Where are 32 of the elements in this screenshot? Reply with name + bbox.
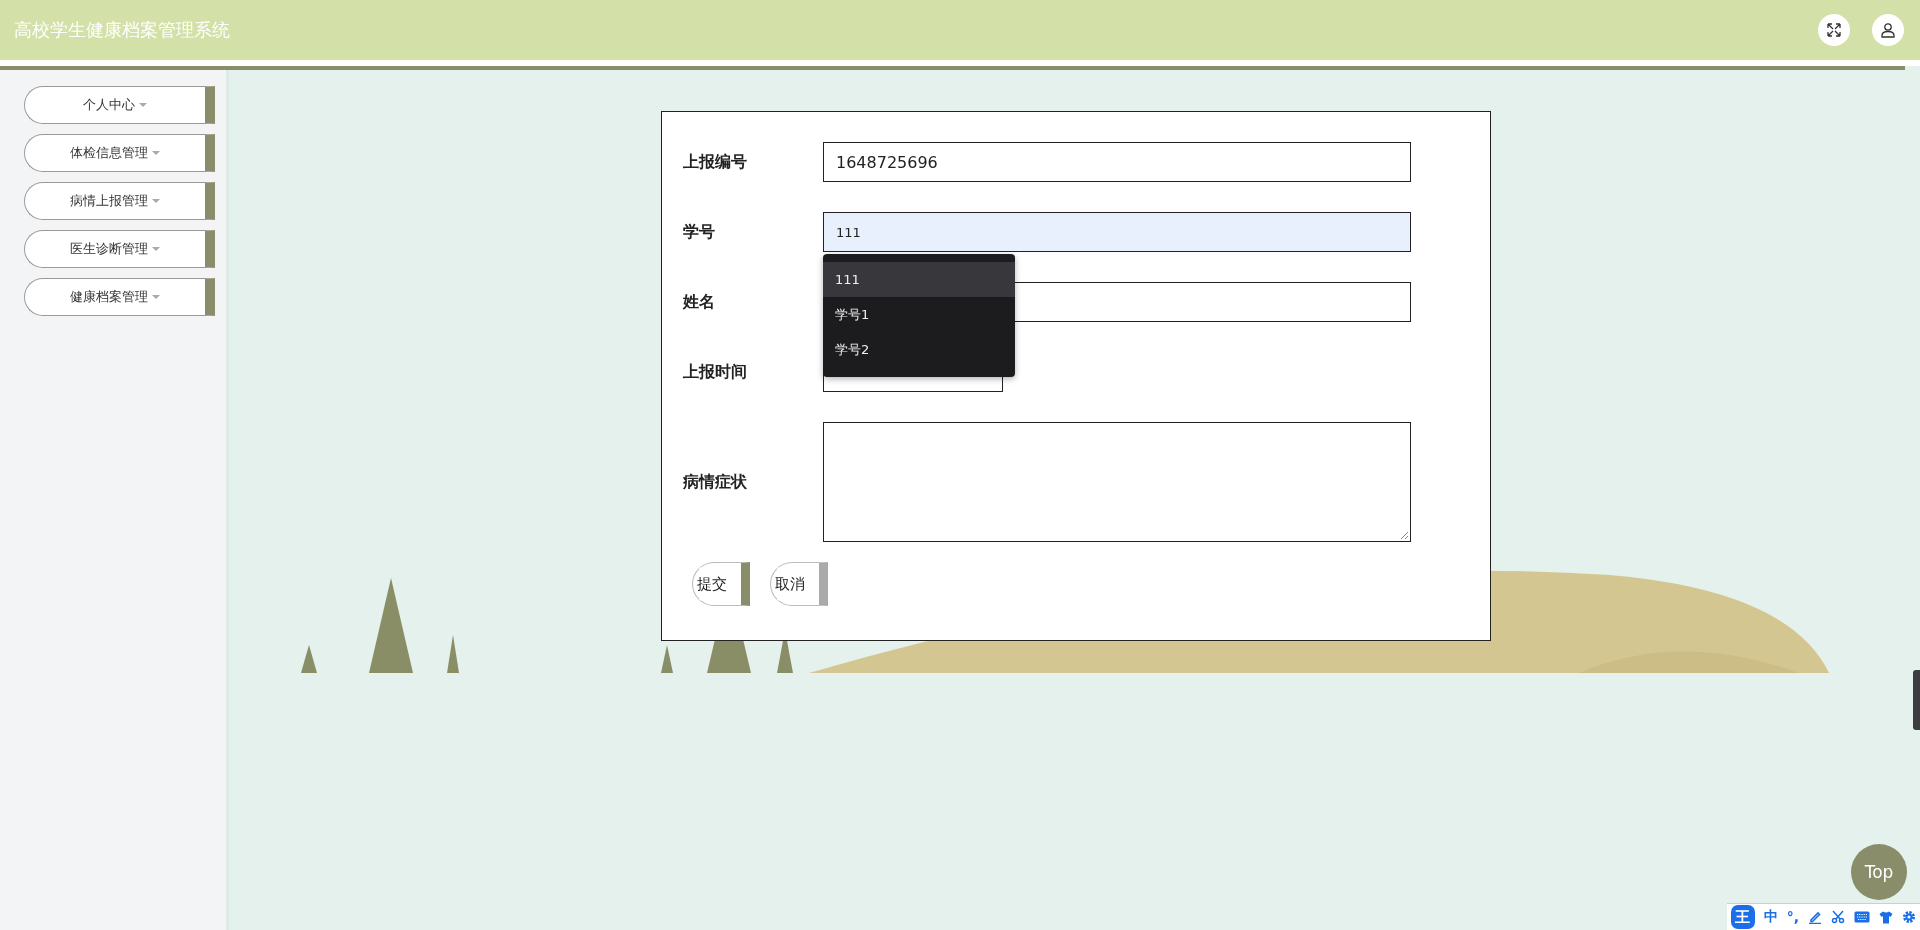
sidebar-item[interactable]: 健康档案管理 bbox=[24, 278, 215, 316]
fullscreen-button[interactable] bbox=[1818, 14, 1850, 46]
shirt-icon[interactable] bbox=[1879, 910, 1893, 924]
field-label: 上报时间 bbox=[683, 361, 748, 383]
expand-icon bbox=[1826, 22, 1842, 38]
sidebar-item[interactable]: 个人中心 bbox=[24, 86, 215, 124]
sidebar-item[interactable]: 医生诊断管理 bbox=[24, 230, 215, 268]
pen-icon[interactable] bbox=[1808, 910, 1822, 924]
settings-icon[interactable] bbox=[1902, 910, 1916, 924]
field-label: 姓名 bbox=[683, 291, 716, 313]
suggestion-item[interactable]: 111 bbox=[823, 262, 1015, 297]
user-button[interactable] bbox=[1872, 14, 1904, 46]
keyboard-icon[interactable] bbox=[1854, 911, 1870, 923]
ime-logo[interactable]: 王 bbox=[1730, 905, 1755, 929]
submit-button[interactable]: 提交 bbox=[692, 562, 750, 606]
sidebar-item[interactable]: 体检信息管理 bbox=[24, 134, 215, 172]
ime-mode[interactable]: 中 bbox=[1763, 908, 1778, 926]
field-label: 上报编号 bbox=[683, 151, 748, 173]
field-label: 学号 bbox=[683, 221, 716, 243]
text-area[interactable] bbox=[823, 422, 1411, 542]
app-title: 高校学生健康档案管理系统 bbox=[14, 18, 230, 42]
user-icon bbox=[1880, 22, 1896, 38]
suggestion-item[interactable]: 学号2 bbox=[823, 332, 1015, 367]
input-field[interactable]: 1648725696 bbox=[823, 142, 1411, 182]
input-field[interactable]: 111 bbox=[823, 212, 1411, 252]
resize-grip-icon bbox=[1400, 531, 1409, 540]
scissors-icon[interactable] bbox=[1831, 910, 1845, 924]
ime-punctuation[interactable]: °, bbox=[1786, 909, 1799, 925]
suggestion-item[interactable]: 学号1 bbox=[823, 297, 1015, 332]
cancel-button[interactable]: 取消 bbox=[770, 562, 828, 606]
field-label: 病情症状 bbox=[683, 471, 748, 493]
sidebar-item[interactable]: 病情上报管理 bbox=[24, 182, 215, 220]
